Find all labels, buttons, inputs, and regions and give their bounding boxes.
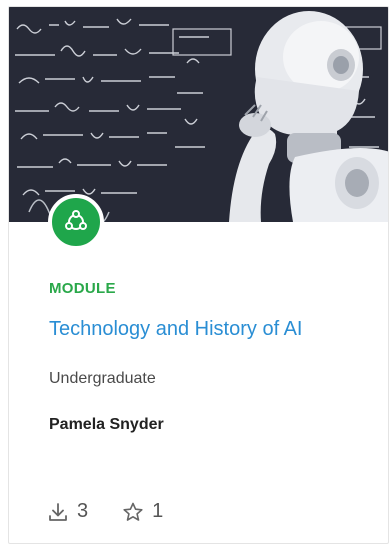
card-stats: 3 1 <box>47 500 163 523</box>
hero-image-robot-thinking <box>9 7 388 222</box>
module-network-icon <box>65 210 87 230</box>
download-count[interactable]: 3 <box>47 500 88 523</box>
education-level: Undergraduate <box>49 370 156 387</box>
favorite-count-value: 1 <box>152 500 164 522</box>
resource-title-link[interactable]: Technology and History of AI <box>49 318 302 341</box>
favorite-count[interactable]: 1 <box>122 500 163 523</box>
star-icon <box>123 502 143 521</box>
download-count-value: 3 <box>77 500 89 522</box>
resource-type-label: MODULE <box>49 280 116 297</box>
module-badge <box>48 194 104 250</box>
download-icon <box>49 502 67 521</box>
card-body: MODULE Technology and History of AI Unde… <box>9 222 388 543</box>
author-name: Pamela Snyder <box>49 416 164 433</box>
resource-card[interactable]: MODULE Technology and History of AI Unde… <box>8 6 389 544</box>
